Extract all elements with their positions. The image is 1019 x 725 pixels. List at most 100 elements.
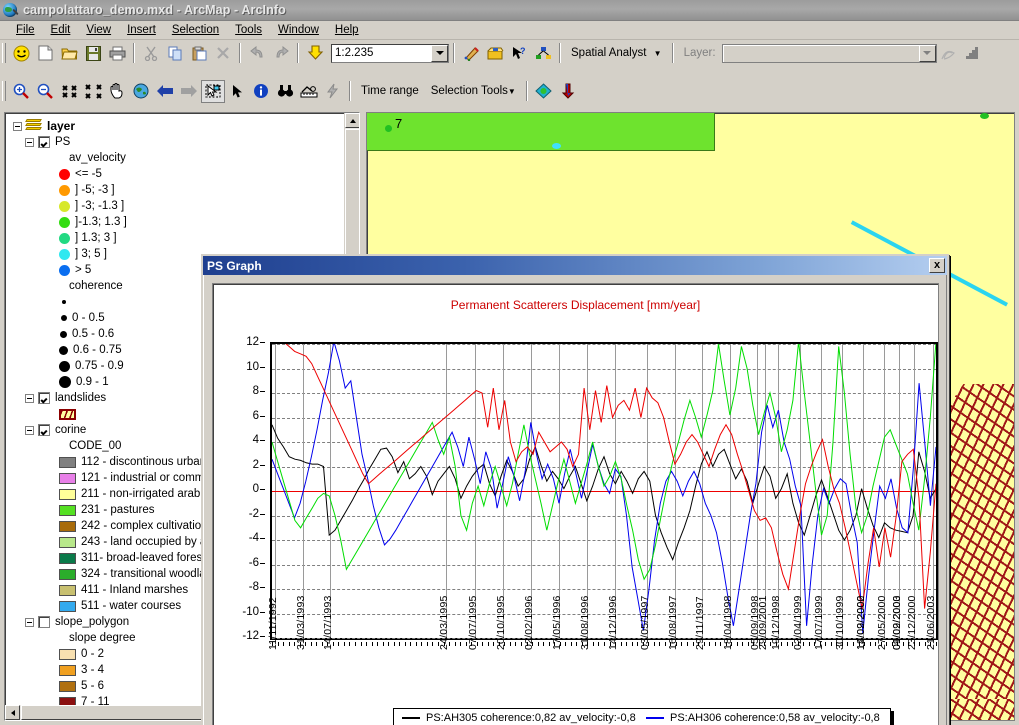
legend-entry[interactable]: PS:AH306 coherence:0,58 av_velocity:-0,8: [642, 712, 886, 724]
ps-graph-dialog[interactable]: PS Graph x Permanent Scatterers Displace…: [201, 254, 949, 725]
x-axis-tick: [311, 642, 312, 646]
layer-visibility-checkbox[interactable]: [38, 136, 50, 148]
legend-label: 0.9 - 1: [76, 376, 109, 388]
symbol-swatch: [59, 648, 76, 660]
x-axis-tick-label: 18/04/1998: [722, 595, 734, 650]
sidebar-item-ps[interactable]: PS: [13, 134, 346, 150]
legend-line-swatch: [646, 716, 664, 719]
expander-icon[interactable]: [13, 121, 22, 131]
main-content-area: layer PS av_velocity <= -5 ] -5; -3]] …: [0, 108, 1019, 725]
menu-help[interactable]: Help: [327, 22, 367, 38]
fixed-zoom-in-icon[interactable]: [57, 80, 81, 103]
selection-tools-menu[interactable]: Selection Tools▼: [425, 85, 522, 97]
x-axis-tick: [432, 642, 433, 646]
map-point-ps[interactable]: [385, 125, 392, 132]
legend-item[interactable]: <= -5: [13, 166, 346, 182]
pan-hand-icon[interactable]: [105, 80, 129, 103]
select-elements-arrow-icon[interactable]: [225, 80, 249, 103]
select-features-icon[interactable]: [201, 79, 225, 103]
x-axis-tick-label: 03/05/1997: [639, 595, 651, 650]
legend-item[interactable]: ] 1.3; 3 ]: [13, 230, 346, 246]
back-extent-icon[interactable]: [153, 80, 177, 103]
menu-insert[interactable]: Insert: [119, 22, 164, 38]
chevron-down-icon[interactable]: [431, 44, 448, 62]
smiley-icon[interactable]: [9, 42, 33, 65]
zoom-in-icon[interactable]: [9, 80, 33, 103]
legend-item[interactable]: ]-1.3; 1.3 ]: [13, 214, 346, 230]
menu-edit[interactable]: Edit: [43, 22, 79, 38]
menu-tools[interactable]: Tools: [227, 22, 270, 38]
x-axis-tick: [709, 642, 710, 646]
x-axis-tick-label: 14/09/2002: [855, 595, 867, 650]
redo-icon[interactable]: [269, 42, 293, 65]
menu-selection[interactable]: Selection: [164, 22, 227, 38]
add-data-icon[interactable]: [303, 42, 327, 65]
cut-scissors-icon[interactable]: [139, 42, 163, 65]
chevron-down-icon[interactable]: [918, 44, 936, 62]
toolbar-separator: [525, 81, 528, 101]
layer-visibility-checkbox[interactable]: [38, 616, 50, 628]
new-document-icon[interactable]: [33, 42, 57, 65]
symbol-swatch: [59, 216, 70, 228]
hyperlink-lightning-icon[interactable]: [321, 80, 345, 103]
undo-icon[interactable]: [245, 42, 269, 65]
full-extent-globe-icon[interactable]: [129, 80, 153, 103]
contour-icon[interactable]: [937, 42, 961, 65]
time-range-button[interactable]: Time range: [355, 85, 425, 97]
toolbar-grip[interactable]: [2, 81, 6, 101]
copy-icon[interactable]: [163, 42, 187, 65]
scroll-up-button[interactable]: [345, 113, 359, 128]
editor-pencil-icon[interactable]: [459, 42, 483, 65]
expander-icon[interactable]: [25, 617, 34, 627]
layer-visibility-checkbox[interactable]: [38, 392, 50, 404]
symbol-swatch: [59, 568, 76, 580]
model-builder-icon[interactable]: [531, 42, 555, 65]
save-icon[interactable]: [81, 42, 105, 65]
find-binoculars-icon[interactable]: [273, 80, 297, 103]
symbol-swatch: [59, 584, 76, 596]
arctoolbox-icon[interactable]: [483, 42, 507, 65]
expander-icon[interactable]: [25, 393, 34, 403]
identify-info-icon[interactable]: [249, 80, 273, 103]
spatial-analyst-label: Spatial Analyst: [571, 47, 647, 59]
symbol-swatch: [60, 330, 67, 338]
close-icon[interactable]: x: [929, 258, 945, 273]
scroll-left-button[interactable]: [5, 705, 20, 720]
zoom-out-icon[interactable]: [33, 80, 57, 103]
menu-view[interactable]: View: [78, 22, 119, 38]
toc-root-layer[interactable]: layer: [13, 118, 346, 134]
layer-select[interactable]: [721, 43, 937, 63]
menu-window[interactable]: Window: [270, 22, 327, 38]
legend-item[interactable]: ] -3; -1.3 ]: [13, 198, 346, 214]
expander-icon[interactable]: [25, 137, 34, 147]
x-axis-tick: [576, 642, 577, 646]
open-folder-icon[interactable]: [57, 42, 81, 65]
histogram-icon[interactable]: [961, 42, 985, 65]
map-polygon-pasture[interactable]: [367, 113, 715, 151]
ps-tool-icon[interactable]: [556, 80, 580, 103]
spatial-analyst-menu[interactable]: Spatial Analyst ▼: [565, 47, 668, 59]
legend-item[interactable]: ] -5; -3 ]: [13, 182, 346, 198]
paste-icon[interactable]: [187, 42, 211, 65]
print-icon[interactable]: [105, 42, 129, 65]
map-point-ps[interactable]: [552, 143, 561, 149]
ps-graph-icon[interactable]: [532, 80, 556, 103]
menu-file[interactable]: File: [8, 22, 43, 38]
delete-x-icon[interactable]: [211, 42, 235, 65]
forward-extent-icon[interactable]: [177, 80, 201, 103]
y-axis-tick-label: 6: [252, 409, 259, 422]
map-point-ps[interactable]: [980, 113, 989, 119]
expander-icon[interactable]: [25, 425, 34, 435]
toolbar-grip[interactable]: [2, 43, 6, 63]
layer-visibility-checkbox[interactable]: [38, 424, 50, 436]
map-scale-input[interactable]: [332, 45, 428, 61]
fixed-zoom-out-icon[interactable]: [81, 80, 105, 103]
x-axis-tick-label: 02/04/1999: [792, 595, 804, 650]
measure-icon[interactable]: [297, 80, 321, 103]
legend-entry[interactable]: PS:AH305 coherence:0,82 av_velocity:-0,8: [398, 712, 642, 724]
map-scale-combo[interactable]: [331, 43, 449, 63]
x-axis-tick-label: 24/03/1995: [438, 595, 450, 650]
legend-label: ]-1.3; 1.3 ]: [75, 216, 127, 228]
context-help-icon[interactable]: ?: [507, 42, 531, 65]
x-axis-tick: [632, 642, 633, 646]
